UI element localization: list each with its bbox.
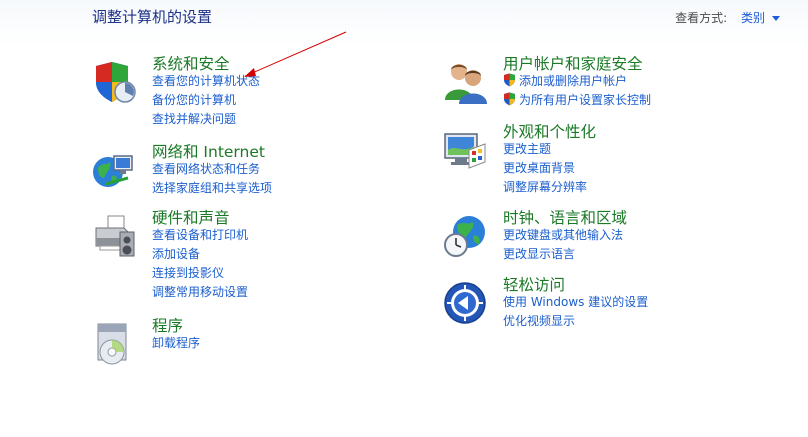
uac-shield-icon	[504, 92, 515, 106]
link-devices-printers[interactable]: 查看设备和打印机	[152, 226, 248, 245]
link-parental-controls[interactable]: 为所有用户设置家长控制	[503, 91, 651, 110]
chevron-down-icon[interactable]	[772, 16, 780, 21]
link-windows-suggested-settings[interactable]: 使用 Windows 建议的设置	[503, 293, 648, 312]
link-parental-controls-label[interactable]: 为所有用户设置家长控制	[519, 93, 651, 107]
clock-globe-icon	[444, 216, 485, 257]
link-screen-resolution[interactable]: 调整屏幕分辨率	[503, 178, 587, 197]
link-mobility-settings[interactable]: 调整常用移动设置	[152, 283, 248, 302]
link-add-remove-users[interactable]: 添加或删除用户帐户	[503, 72, 651, 91]
category-title-programs[interactable]: 程序	[152, 314, 183, 336]
category-title-system-security[interactable]: 系统和安全	[152, 52, 230, 74]
link-display-language[interactable]: 更改显示语言	[503, 245, 623, 264]
printer-icon	[95, 215, 135, 257]
category-title-ease-of-access[interactable]: 轻松访问	[503, 273, 565, 295]
link-add-remove-users-label[interactable]: 添加或删除用户帐户	[519, 74, 627, 88]
view-by-dropdown[interactable]: 类别	[741, 11, 780, 25]
page-title: 调整计算机的设置	[92, 8, 213, 26]
category-title-user-accounts[interactable]: 用户帐户和家庭安全	[503, 52, 643, 74]
programs-disc-icon	[97, 323, 127, 365]
category-title-clock-language-region[interactable]: 时钟、语言和区域	[503, 206, 627, 228]
uac-shield-icon	[504, 73, 515, 87]
link-view-computer-status[interactable]: 查看您的计算机状态	[152, 72, 260, 91]
link-homegroup-sharing[interactable]: 选择家庭组和共享选项	[152, 179, 272, 198]
link-optimize-video-display[interactable]: 优化视频显示	[503, 312, 648, 331]
link-desktop-background[interactable]: 更改桌面背景	[503, 159, 587, 178]
network-globe-icon	[93, 155, 133, 187]
link-backup-computer[interactable]: 备份您的计算机	[152, 91, 260, 110]
link-change-theme[interactable]: 更改主题	[503, 140, 587, 159]
link-keyboard-input[interactable]: 更改键盘或其他输入法	[503, 226, 623, 245]
ease-of-access-icon	[444, 282, 486, 324]
link-connect-projector[interactable]: 连接到投影仪	[152, 264, 248, 283]
view-by-value[interactable]: 类别	[741, 11, 765, 25]
category-title-hardware-sound[interactable]: 硬件和声音	[152, 206, 230, 228]
link-troubleshoot[interactable]: 查找并解决问题	[152, 110, 260, 129]
monitor-palette-icon	[444, 133, 486, 169]
category-title-network[interactable]: 网络和 Internet	[152, 140, 265, 162]
users-icon	[445, 64, 487, 104]
link-network-status[interactable]: 查看网络状态和任务	[152, 160, 272, 179]
category-title-appearance[interactable]: 外观和个性化	[503, 120, 596, 142]
link-uninstall-program[interactable]: 卸载程序	[152, 334, 200, 353]
view-by: 查看方式: 类别	[675, 9, 780, 26]
view-by-label: 查看方式:	[675, 11, 728, 25]
security-shield-icon	[96, 62, 136, 103]
link-add-device[interactable]: 添加设备	[152, 245, 248, 264]
